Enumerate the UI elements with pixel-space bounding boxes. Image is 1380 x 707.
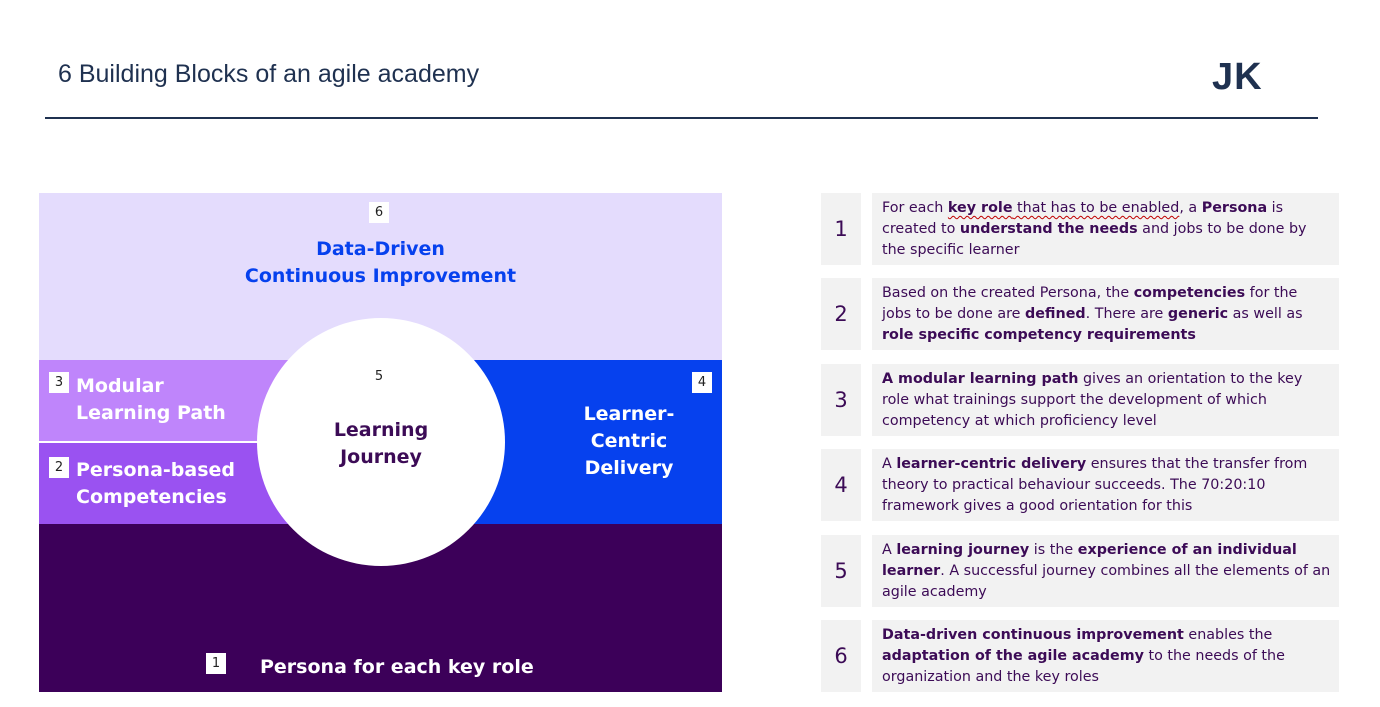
description-number: 1	[821, 193, 861, 265]
description-plain-text: A	[882, 542, 897, 558]
description-row: 4 A learner-centric delivery ensures tha…	[821, 449, 1339, 521]
description-row: 1 For each key role that has to be enabl…	[821, 193, 1339, 265]
description-plain-text: . There are	[1085, 306, 1168, 322]
block1-label: Persona for each key role	[260, 656, 534, 678]
block2-line2: Competencies	[76, 486, 227, 508]
block6-line2: Continuous Improvement	[244, 265, 517, 287]
description-number: 5	[821, 535, 861, 607]
block3-number: 3	[49, 372, 69, 393]
description-plain-text: Based on the created Persona, the	[882, 285, 1134, 301]
description-bold-text: learner-centric delivery	[896, 456, 1087, 472]
block6-number: 6	[369, 202, 389, 223]
description-row: 5 A learning journey is the experience o…	[821, 535, 1339, 607]
block5-line1: Learning	[333, 419, 429, 441]
block4-line2: Centric	[590, 430, 668, 452]
description-text: A modular learning path gives an orienta…	[872, 364, 1339, 436]
description-row: 6 Data-driven continuous improvement ena…	[821, 620, 1339, 692]
description-bold-text: Data-driven continuous improvement	[882, 627, 1184, 643]
block3-line2: Learning Path	[76, 402, 226, 424]
page-title: 6 Building Blocks of an agile academy	[58, 60, 480, 88]
description-plain-text: , a	[1179, 200, 1202, 216]
block4-number: 4	[692, 372, 712, 393]
description-text: Based on the created Persona, the compet…	[872, 278, 1339, 350]
description-number: 3	[821, 364, 861, 436]
description-bold-text: A modular learning path	[882, 371, 1079, 387]
description-text: A learner-centric delivery ensures that …	[872, 449, 1339, 521]
description-plain-text: is the	[1029, 542, 1078, 558]
description-bold-text: role specific competency requirements	[882, 327, 1196, 343]
description-bold-text: generic	[1167, 306, 1229, 322]
description-text: Data-driven continuous improvement enabl…	[872, 620, 1339, 692]
header-divider	[45, 117, 1318, 119]
block2-label: Persona-based Competencies	[76, 457, 235, 511]
block3-line1: Modular	[76, 375, 164, 397]
description-bold-text: adaptation of the agile academy	[882, 648, 1144, 664]
description-bold-text: Persona	[1201, 200, 1268, 216]
description-bold-text: understand the needs	[959, 221, 1138, 237]
description-plain-text: For each	[882, 200, 948, 216]
description-bold-text: competencies	[1133, 285, 1246, 301]
block4-label: Learner- Centric Delivery	[569, 401, 689, 482]
description-number: 6	[821, 620, 861, 692]
block3-label: Modular Learning Path	[76, 373, 226, 427]
description-plain-text: enables the	[1183, 627, 1273, 643]
description-plain-text: as well as	[1228, 306, 1303, 322]
description-bold-text: learning journey	[896, 542, 1030, 558]
block6-line1: Data-Driven	[316, 238, 445, 260]
description-row: 2 Based on the created Persona, the comp…	[821, 278, 1339, 350]
block1-number: 1	[206, 653, 226, 674]
description-number: 2	[821, 278, 861, 350]
description-number: 4	[821, 449, 861, 521]
description-bold-text: defined	[1025, 306, 1086, 322]
description-text: For each key role that has to be enabled…	[872, 193, 1339, 265]
description-text: A learning journey is the experience of …	[872, 535, 1339, 607]
description-plain-text: . A successful journey combines all the …	[882, 563, 1331, 600]
block5-number: 5	[374, 369, 384, 384]
description-row: 3 A modular learning path gives an orien…	[821, 364, 1339, 436]
jk-logo: JK	[1212, 56, 1263, 98]
block5-label: Learning Journey	[257, 417, 505, 471]
description-bold-text: key role	[947, 200, 1013, 216]
description-plain-text: A	[882, 456, 897, 472]
block5-line2: Journey	[340, 446, 422, 468]
building-blocks-diagram: 6 Data-Driven Continuous Improvement 3 M…	[39, 193, 722, 692]
block4-line1: Learner-	[583, 403, 675, 425]
block4-line3: Delivery	[584, 457, 674, 479]
block2-number: 2	[49, 457, 69, 478]
block6-label: Data-Driven Continuous Improvement	[39, 236, 722, 290]
description-plain-text: that has to be enabled	[1012, 200, 1180, 216]
block2-line1: Persona-based	[76, 459, 235, 481]
